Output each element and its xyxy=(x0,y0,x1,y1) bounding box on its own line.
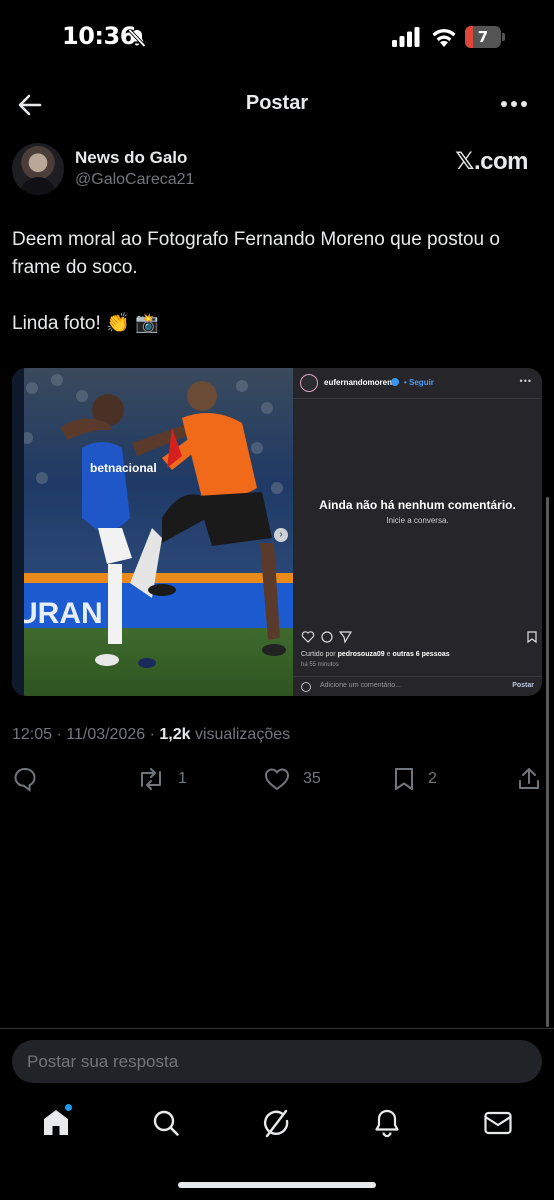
share-icon xyxy=(519,768,539,789)
battery-icon: 7 xyxy=(465,26,505,48)
page-title: Postar xyxy=(245,92,309,114)
tab-home[interactable] xyxy=(39,1104,73,1140)
notification-dot xyxy=(65,1104,72,1111)
ig-comment-bar: Adicione um comentário... Postar xyxy=(293,676,542,696)
like-button[interactable]: 35 xyxy=(263,762,321,796)
divider xyxy=(0,1028,554,1029)
bookmark-icon xyxy=(395,768,413,790)
heart-icon xyxy=(265,768,289,790)
post-text-line: Deem moral ao Fotografo Fernando Moreno … xyxy=(12,229,500,278)
notifications-icon xyxy=(375,1109,399,1138)
wifi-icon xyxy=(432,29,456,47)
ig-comment-placeholder: Adicione um comentário... xyxy=(320,682,401,689)
post-media[interactable]: URAN betnacional › eufernandomoreno • Se… xyxy=(12,368,542,696)
ig-liked-by: Curtido por pedrosouza09 e outras 6 pess… xyxy=(301,651,450,658)
battery-level: 7 xyxy=(477,28,489,46)
bell-slash-icon xyxy=(128,28,146,48)
scrollbar[interactable] xyxy=(546,497,549,1027)
post-text-line: Linda foto! 👏 📸 xyxy=(12,313,159,334)
bottom-tab-bar xyxy=(0,1098,554,1158)
instagram-screenshot: eufernandomoreno • Seguir ••• Ainda não … xyxy=(293,368,542,696)
signal-icon xyxy=(392,27,420,47)
ig-divider xyxy=(293,398,542,399)
post-actions: 1 35 2 xyxy=(0,762,554,796)
banner-text: URAN xyxy=(16,597,103,630)
post-author: News do Galo @GaloCareca21 𝕏.com xyxy=(12,143,542,199)
reply-input-box[interactable]: Postar sua resposta xyxy=(12,1040,542,1083)
repost-icon xyxy=(141,768,161,790)
post-timestamp: 12:05 · 11/03/2026 · xyxy=(12,726,160,743)
ig-post-button: Postar xyxy=(512,682,534,689)
post-meta: 12:05 · 11/03/2026 · 1,2k visualizações xyxy=(12,726,290,744)
avatar[interactable] xyxy=(12,143,64,195)
repost-count: 1 xyxy=(178,770,187,787)
status-bar: 10:36 7 xyxy=(0,0,554,76)
author-name[interactable]: News do Galo xyxy=(75,148,187,168)
nav-header: Postar xyxy=(0,80,554,130)
ig-empty-subtitle: Inicie a conversa. xyxy=(386,516,449,525)
bookmark-count: 2 xyxy=(428,770,437,787)
ig-time-ago: há 55 minutos xyxy=(301,662,339,668)
home-indicator xyxy=(178,1182,376,1188)
carousel-next-icon[interactable]: › xyxy=(274,528,288,542)
home-icon xyxy=(44,1110,68,1135)
repost-button[interactable]: 1 xyxy=(136,762,187,796)
search-icon xyxy=(153,1110,179,1136)
ig-username: eufernandomoreno xyxy=(324,378,397,387)
like-count: 35 xyxy=(303,770,321,787)
x-logo: 𝕏.com xyxy=(455,148,528,175)
views-count: 1,2k xyxy=(159,726,191,743)
football-photo[interactable]: URAN betnacional › xyxy=(12,368,293,696)
ig-action-icons xyxy=(301,631,537,644)
ig-avatar xyxy=(300,374,318,392)
reply-input[interactable]: Postar sua resposta xyxy=(27,1040,178,1083)
smiley-icon xyxy=(301,682,311,692)
post-text: Deem moral ao Fotografo Fernando Moreno … xyxy=(12,226,542,338)
tab-grok[interactable] xyxy=(260,1106,294,1140)
status-time: 10:36 xyxy=(62,22,136,50)
ig-empty-title: Ainda não há nenhum comentário. xyxy=(319,498,516,512)
messages-icon xyxy=(484,1111,512,1135)
share-button[interactable] xyxy=(516,762,542,796)
tab-messages[interactable] xyxy=(481,1106,515,1140)
sponsor-text: betnacional xyxy=(90,461,157,475)
bookmark-button[interactable]: 2 xyxy=(392,762,437,796)
tab-search[interactable] xyxy=(149,1106,183,1140)
ig-follow-link: • Seguir xyxy=(404,378,434,387)
views-label: visualizações xyxy=(190,726,291,743)
more-horizontal-icon[interactable] xyxy=(496,92,532,116)
reply-button[interactable] xyxy=(12,762,38,796)
ig-more-icon: ••• xyxy=(519,376,532,386)
verified-badge-icon xyxy=(391,378,399,386)
reply-icon xyxy=(14,767,36,792)
grok-icon xyxy=(263,1109,289,1138)
tab-notifications[interactable] xyxy=(370,1106,404,1140)
author-handle[interactable]: @GaloCareca21 xyxy=(75,171,194,189)
